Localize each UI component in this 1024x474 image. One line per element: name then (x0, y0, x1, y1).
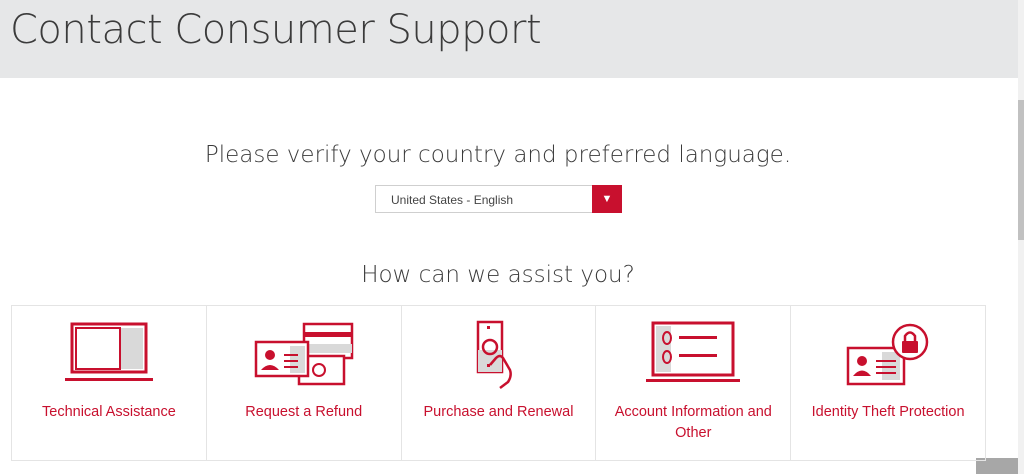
card-identity-theft[interactable]: Identity Theft Protection (791, 306, 985, 460)
identity-lock-icon (838, 320, 938, 390)
support-options: Technical Assistance Request a Refund Pu… (11, 305, 986, 461)
laptop-icon (59, 320, 159, 390)
scrollbar-thumb[interactable] (1018, 100, 1024, 240)
card-label: Purchase and Renewal (423, 404, 574, 420)
dropdown-arrow-icon[interactable]: ▼ (592, 185, 622, 213)
account-info-icon (643, 320, 743, 390)
country-language-select[interactable]: United States - English ▼ (375, 185, 622, 213)
assist-heading: How can we assist you? (361, 262, 635, 288)
page-header: Contact Consumer Support (0, 0, 1018, 78)
money-hand-icon (448, 320, 548, 390)
card-account-information[interactable]: Account Information and Other (596, 306, 792, 460)
refund-icon (254, 320, 354, 390)
card-purchase-renewal[interactable]: Purchase and Renewal (402, 306, 597, 460)
card-label: Request a Refund (245, 404, 363, 420)
page-title: Contact Consumer Support (10, 7, 542, 53)
verify-heading: Please verify your country and preferred… (204, 142, 792, 168)
card-technical-assistance[interactable]: Technical Assistance (12, 306, 207, 460)
selected-country-language: United States - English (391, 193, 514, 207)
card-request-refund[interactable]: Request a Refund (207, 306, 402, 460)
card-label: Account Information and Other (614, 404, 772, 441)
card-label: Identity Theft Protection (811, 404, 965, 420)
card-label: Technical Assistance (42, 404, 176, 420)
